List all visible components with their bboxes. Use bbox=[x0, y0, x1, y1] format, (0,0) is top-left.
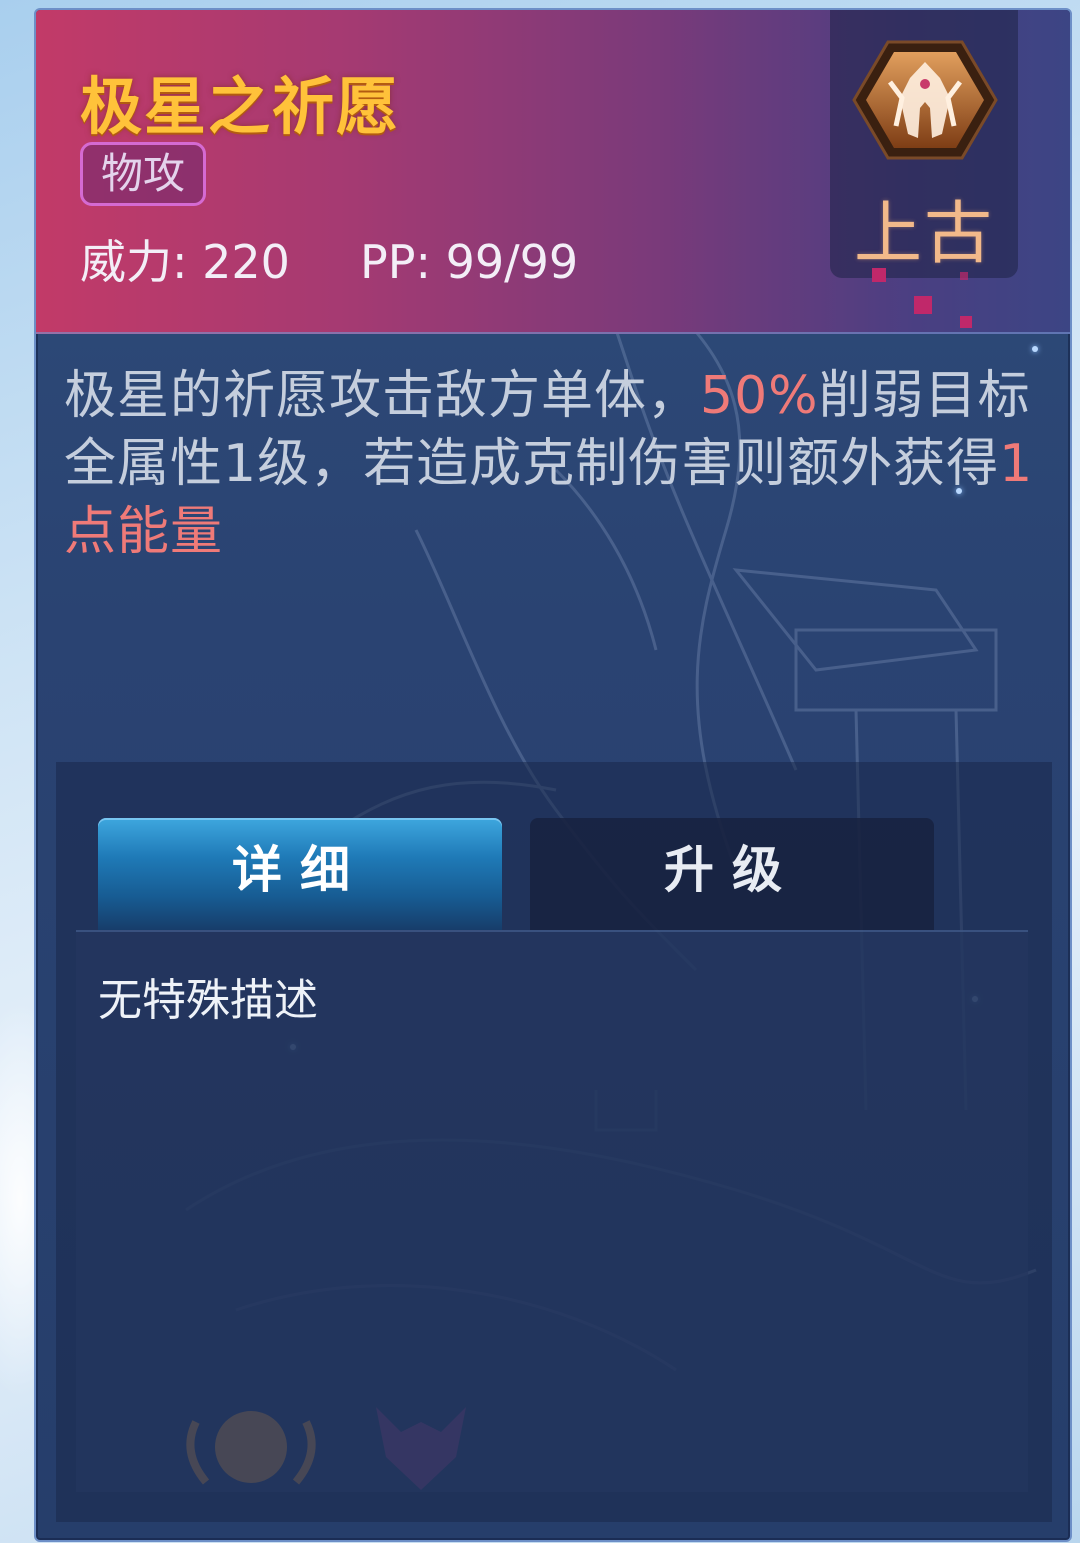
description-highlight-chance: 50% bbox=[700, 366, 819, 426]
rarity-label: 上古 bbox=[853, 195, 994, 274]
laurel-emblem-icon bbox=[186, 1411, 316, 1485]
skill-description: 极星的祈愿攻击敌方单体，50%削弱目标全属性1级，若造成克制伤害则额外获得1点能… bbox=[64, 362, 1039, 566]
wolf-head-icon bbox=[376, 1407, 466, 1490]
tab-detail[interactable]: 详细 bbox=[98, 818, 502, 930]
rarity-badge: 上古 bbox=[830, 10, 1018, 278]
spark-decoration bbox=[872, 268, 886, 282]
tab-upgrade[interactable]: 升级 bbox=[530, 818, 934, 930]
star-sparkle bbox=[1032, 346, 1038, 352]
spark-decoration bbox=[960, 272, 968, 280]
star-sparkle bbox=[956, 488, 962, 494]
skill-name: 极星之祈愿 bbox=[80, 70, 401, 143]
description-text: 极星的祈愿攻击敌方单体， bbox=[64, 366, 701, 426]
spark-decoration bbox=[960, 316, 972, 328]
detail-text: 无特殊描述 bbox=[98, 975, 318, 1026]
detail-content: 无特殊描述 bbox=[76, 930, 1028, 1492]
skill-power: 威力: 220 bbox=[80, 235, 290, 289]
tabs-section: 详细 升级 无特殊描述 bbox=[56, 762, 1052, 1522]
skill-pp: PP: 99/99 bbox=[360, 235, 579, 289]
spark-decoration bbox=[914, 296, 932, 314]
skill-detail-panel: 极星之祈愿 物攻 威力: 220 PP: 99/99 上古 极星的祈愿攻击敌方单… bbox=[34, 8, 1072, 1542]
ancient-emblem-icon bbox=[852, 40, 998, 160]
skill-category-tag: 物攻 bbox=[80, 142, 207, 206]
